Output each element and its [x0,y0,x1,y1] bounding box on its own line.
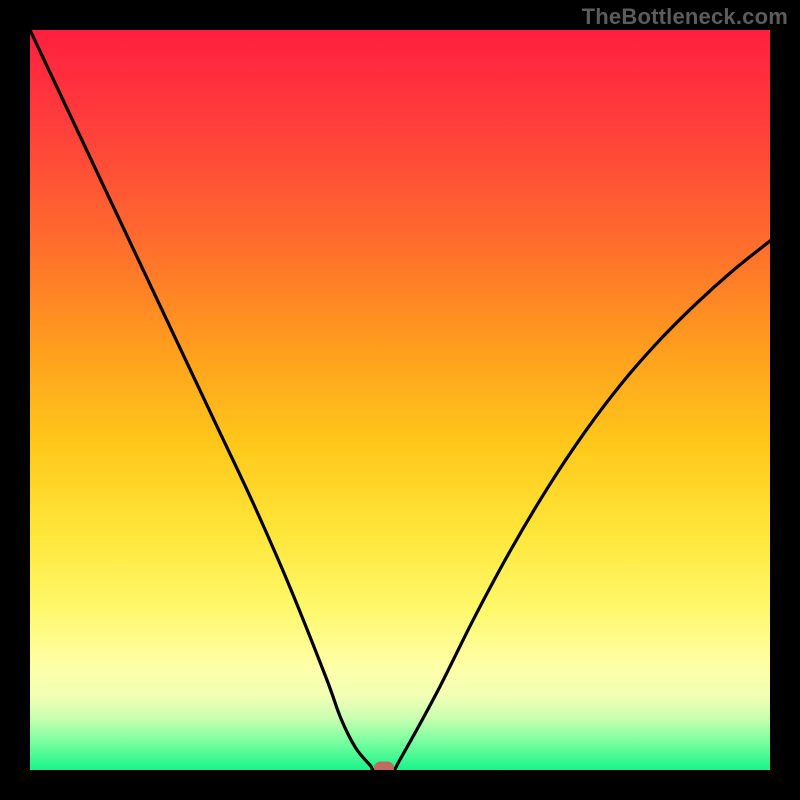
chart-frame: TheBottleneck.com [0,0,800,800]
optimum-marker-icon [374,761,394,770]
watermark-text: TheBottleneck.com [582,4,788,30]
bottleneck-curve [30,30,770,770]
plot-area [30,30,770,770]
